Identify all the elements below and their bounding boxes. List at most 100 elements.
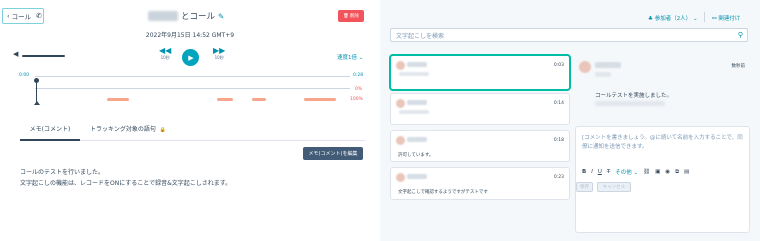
rewind-icon: ◀◀ <box>159 46 172 55</box>
speaker-segment[interactable] <box>106 98 129 101</box>
transcript-text: 文字起こしで確認するようですがテストです <box>398 190 488 195</box>
call-player-panel: ‹ コール ✆ とコール ✎ 🗑 削除 2022年9月15日 14:52 GMT… <box>0 0 380 241</box>
comment-text: コールテストを実施しました。 <box>595 93 673 99</box>
comment-time: 数秒前 <box>731 64 746 69</box>
avatar <box>396 99 405 108</box>
utterance-redacted <box>399 110 429 114</box>
edit-title-icon[interactable]: ✎ <box>218 12 224 21</box>
note-line-2: 文字起こしの機能は、レコードをONにすることで録音&文字起こしされます。 <box>20 180 232 187</box>
link-icon[interactable]: ⛓ <box>643 169 650 175</box>
delete-button[interactable]: 🗑 削除 <box>338 10 364 22</box>
call-title: とコール ✎ <box>148 10 224 22</box>
forward-10s-button[interactable]: ▶▶ 10秒 <box>213 47 225 61</box>
italic-icon[interactable]: I <box>591 169 593 175</box>
delete-label: 削除 <box>349 14 359 19</box>
progress-track[interactable] <box>35 76 350 77</box>
time-start: 0:00 <box>19 73 30 78</box>
chevron-down-icon: ⌄ <box>692 16 698 22</box>
speaker-segment[interactable] <box>251 98 266 101</box>
format-toolbar: B I U T̶ その他 ⌄ ⛓ ▣ ◉ ⧉ ▤ <box>582 168 689 177</box>
attachment-icon[interactable]: ▤ <box>684 169 689 175</box>
avatar <box>396 61 405 70</box>
speaker-segment[interactable] <box>217 98 233 101</box>
volume-icon[interactable]: ◀ <box>13 50 18 58</box>
more-formatting-dropdown[interactable]: その他 ⌄ <box>615 168 638 176</box>
comment-thread: 数秒前 コールテストを実施しました。 [コメントを書きましょう。@に続いて名前を… <box>575 55 750 233</box>
chevron-left-icon: ‹ <box>7 12 10 20</box>
comment-extra-redacted <box>595 101 665 106</box>
forward-icon: ▶▶ <box>213 46 226 55</box>
transcript-item[interactable]: 0:03 <box>390 55 570 90</box>
playhead-marker <box>34 101 40 105</box>
utterance-redacted <box>399 72 429 76</box>
avatar <box>396 173 405 182</box>
play-icon: ▶ <box>188 53 194 62</box>
back-button-label: コール <box>11 13 32 21</box>
talk-percent-bottom: 100% <box>350 97 363 102</box>
transcript-item[interactable]: 0:23 文字起こしで確認するようですがテストです <box>390 167 570 200</box>
back-to-calls-button[interactable]: ‹ コール ✆ <box>2 8 44 24</box>
call-datetime: 2022年9月15日 14:52 GMT+9 <box>145 32 235 39</box>
contact-name-redacted <box>148 11 178 21</box>
edit-notes-button[interactable]: メモ(コメント)を編集 <box>303 147 363 160</box>
transcript-time: 0:03 <box>553 63 564 68</box>
avatar <box>579 61 591 73</box>
commenter-meta-redacted <box>595 72 611 77</box>
participants-icon: ♣ <box>648 16 653 22</box>
transcript-item[interactable]: 0:14 <box>390 93 570 125</box>
trash-icon: 🗑 <box>343 13 349 19</box>
speaker-segment[interactable] <box>304 98 336 101</box>
speaker-name-redacted <box>407 62 427 67</box>
cancel-comment-button[interactable]: キャンセル <box>597 182 631 192</box>
transcript-search-input[interactable]: 文字起こしを検索 ⚲ <box>390 28 748 42</box>
clear-format-icon[interactable]: T̶ <box>607 169 610 175</box>
play-button[interactable]: ▶ <box>182 49 199 66</box>
participants-label: 参加者（2人） <box>654 16 692 22</box>
comment-editor[interactable]: [コメントを書きましょう。@に続いて名前を入力することで、同僚に通知を送信できま… <box>575 126 750 233</box>
volume-slider[interactable] <box>22 55 65 57</box>
tab-notes-label: メモ(コメント) <box>29 126 71 133</box>
rewind-label: 10秒 <box>160 55 170 60</box>
forward-label: 10秒 <box>214 55 224 60</box>
link-icon: ⚯ <box>712 16 717 22</box>
comment-placeholder: [コメントを書きましょう。@に続いて名前を入力することで、同僚に通知を送信できま… <box>582 135 743 150</box>
tab-notes[interactable]: メモ(コメント) <box>20 124 80 141</box>
time-end: 0:28 <box>353 73 364 78</box>
speaker-name-redacted <box>407 100 427 105</box>
video-icon[interactable]: ◉ <box>665 169 670 175</box>
commenter-name-redacted <box>595 62 621 68</box>
note-line-1: コールのテストを行いました。 <box>20 169 105 176</box>
transcript-text: 許可しています。 <box>398 153 434 158</box>
chevron-down-icon: ⌄ <box>358 55 364 61</box>
call-title-text: とコール <box>181 12 216 22</box>
underline-icon[interactable]: U <box>598 169 602 175</box>
bold-icon[interactable]: B <box>582 169 586 175</box>
rewind-10s-button[interactable]: ◀◀ 10秒 <box>159 47 171 61</box>
transcript-item[interactable]: 0:18 許可しています。 <box>390 130 570 162</box>
transcript-time: 0:23 <box>553 175 564 180</box>
snippet-icon[interactable]: ⧉ <box>675 169 679 176</box>
tab-tracking-label: トラッキング対象の語句 <box>90 126 156 133</box>
associations-button[interactable]: ⚯ 関連付け <box>712 14 740 22</box>
speed-label: 速度1倍 <box>337 55 357 61</box>
search-icon[interactable]: ⚲ <box>738 31 743 39</box>
lock-icon: 🔒 <box>159 127 166 133</box>
associations-label: 関連付け <box>718 16 741 22</box>
more-label: その他 <box>615 170 632 176</box>
header-divider <box>704 12 705 22</box>
image-icon[interactable]: ▣ <box>655 169 660 175</box>
speaker-name-redacted <box>407 137 427 142</box>
talk-percent-top: 0% <box>355 87 363 92</box>
save-comment-button[interactable]: 保存 <box>576 182 593 192</box>
search-placeholder: 文字起こしを検索 <box>396 32 445 40</box>
playhead[interactable] <box>36 80 37 102</box>
speaker-name-redacted <box>407 174 427 179</box>
transcript-time: 0:18 <box>553 138 564 143</box>
tab-tracking-terms[interactable]: トラッキング対象の語句 🔒 <box>90 124 166 140</box>
transcript-time: 0:14 <box>553 101 564 106</box>
speaker-track <box>35 88 350 89</box>
participants-dropdown[interactable]: ♣ 参加者（2人） ⌄ <box>648 14 698 22</box>
call-recording-view: ‹ コール ✆ とコール ✎ 🗑 削除 2022年9月15日 14:52 GMT… <box>0 0 760 241</box>
playback-speed-dropdown[interactable]: 速度1倍 ⌄ <box>337 53 363 61</box>
phone-icon: ✆ <box>36 12 42 20</box>
